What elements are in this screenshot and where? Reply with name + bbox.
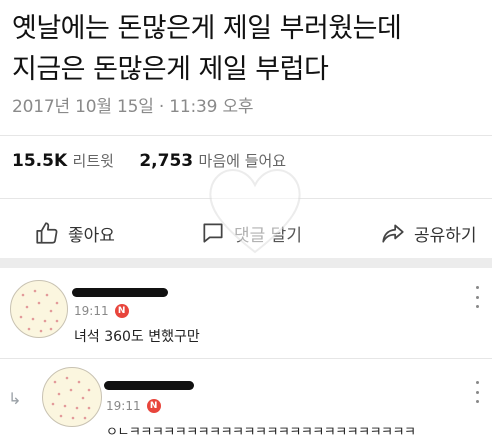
author-name-redacted[interactable] xyxy=(72,288,168,297)
dot xyxy=(475,390,479,394)
avatar-pattern xyxy=(51,376,91,420)
new-badge: N xyxy=(146,399,161,413)
retweet-label: 리트윗 xyxy=(72,152,114,170)
dot xyxy=(475,295,479,299)
avatar-pattern xyxy=(19,289,59,333)
author-name-redacted[interactable] xyxy=(104,381,194,390)
comment-item: 19:11 N 녀석 360도 변했구만 xyxy=(0,268,492,358)
tweet-timestamp: 2017년 10월 15일 · 11:39 오후 xyxy=(12,97,254,117)
dot xyxy=(475,286,479,289)
thumbs-up-icon xyxy=(36,222,58,244)
retweet-count[interactable]: 15.5K xyxy=(12,151,67,171)
tweet-line-1: 옛날에는 돈많은게 제일 부러웠는데 xyxy=(12,13,402,44)
avatar[interactable] xyxy=(10,280,68,338)
dot xyxy=(475,381,479,384)
section-separator xyxy=(0,258,492,268)
like-button[interactable]: 좋아요 xyxy=(34,213,115,253)
action-bar: 좋아요 댓글 달기 공유하기 xyxy=(0,213,492,253)
like-count[interactable]: 2,753 xyxy=(139,151,193,171)
share-button[interactable]: 공유하기 xyxy=(380,213,477,253)
comment-time-text: 19:11 xyxy=(74,304,109,318)
speech-bubble-icon xyxy=(203,223,223,243)
dot xyxy=(475,305,479,308)
comment-time: 19:11 N xyxy=(74,304,129,318)
more-options-button[interactable] xyxy=(474,286,480,308)
divider xyxy=(0,198,492,199)
dot xyxy=(475,400,479,403)
divider xyxy=(0,135,492,136)
screenshot-page: 옛날에는 돈많은게 제일 부러웠는데 지금은 돈많은게 제일 부럽다 2017년… xyxy=(0,0,492,446)
comment-text: ㅇㄴㅋㅋㅋㅋㅋㅋㅋㅋㅋㅋㅋㅋㅋㅋㅋㅋㅋㅋㅋㅋㅋㅋㅋㅋㅋ xyxy=(106,425,416,440)
reply-arrow-icon: ↳ xyxy=(8,389,22,408)
avatar[interactable] xyxy=(42,367,102,427)
more-options-button[interactable] xyxy=(474,381,480,403)
share-arrow-icon xyxy=(382,224,404,243)
comment-text: 녀석 360도 변했구만 xyxy=(74,329,200,345)
tweet-stats: 15.5K 리트윗 2,753 마음에 들어요 xyxy=(12,150,306,171)
like-label: 마음에 들어요 xyxy=(198,152,287,170)
tweet-card: 옛날에는 돈많은게 제일 부러웠는데 지금은 돈많은게 제일 부럽다 2017년… xyxy=(0,0,492,260)
like-button-label: 좋아요 xyxy=(68,225,115,246)
comment-time: 19:11 N xyxy=(106,399,161,413)
comment-button[interactable]: 댓글 달기 xyxy=(200,213,302,253)
reply-comment-item: ↳ 19:11 N ㅇㄴㅋㅋㅋㅋㅋㅋㅋㅋㅋㅋㅋㅋㅋㅋㅋㅋㅋㅋㅋㅋㅋㅋㅋㅋㅋ xyxy=(0,359,492,446)
tweet-text: 옛날에는 돈많은게 제일 부러웠는데 지금은 돈많은게 제일 부럽다 xyxy=(12,8,482,90)
comment-button-label: 댓글 달기 xyxy=(234,225,302,246)
tweet-line-2: 지금은 돈많은게 제일 부럽다 xyxy=(12,54,329,85)
share-button-label: 공유하기 xyxy=(414,225,477,246)
new-badge: N xyxy=(114,304,129,318)
comment-time-text: 19:11 xyxy=(106,399,141,413)
